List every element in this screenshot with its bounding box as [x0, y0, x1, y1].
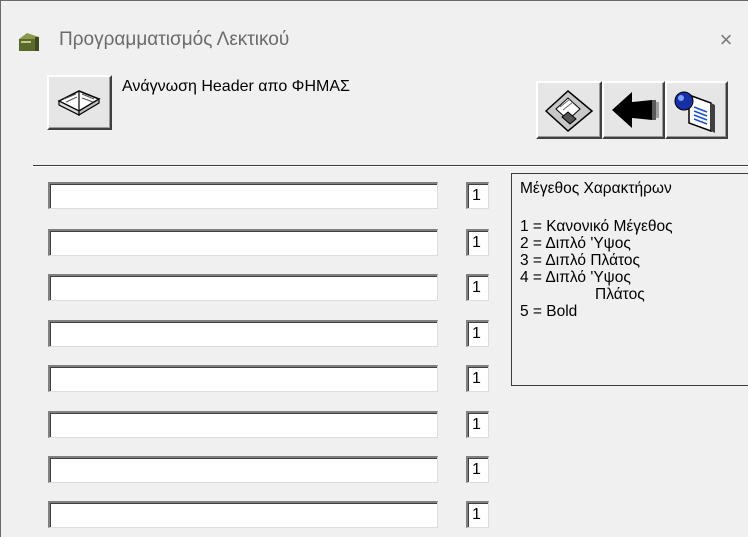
legend-item: 5 = Bold [520, 303, 578, 320]
size-line-3-input[interactable] [466, 274, 489, 301]
legend-item: 3 = Διπλό Πλάτος [520, 252, 641, 269]
size-line-6-input[interactable] [466, 411, 489, 438]
character-size-legend: Μέγεθος Χαρακτήρων 1 = Κανονικό Μέγεθος … [511, 173, 748, 386]
app-icon [19, 33, 39, 51]
dialog-window: Προγραμματισμός Λεκτικού × Ανάγνωση Head… [0, 0, 748, 537]
size-line-5-input[interactable] [466, 365, 489, 392]
floppy-disk-icon [544, 90, 594, 132]
window-title: Προγραμματισμός Λεκτικού [59, 29, 290, 50]
text-line-6-input[interactable] [48, 411, 438, 438]
save-button[interactable] [536, 81, 602, 139]
open-book-icon [57, 90, 101, 117]
close-button[interactable]: × [713, 27, 739, 53]
size-line-4-input[interactable] [466, 320, 489, 347]
text-line-8-input[interactable] [48, 501, 438, 528]
separator-line [33, 165, 748, 167]
text-line-5-input[interactable] [48, 365, 438, 392]
size-line-8-input[interactable] [466, 501, 489, 528]
arrow-left-icon [612, 92, 659, 128]
legend-item: 2 = Διπλό 'Υψος [520, 235, 631, 252]
title-bar[interactable]: Προγραμματισμός Λεκτικού × [1, 1, 748, 52]
text-line-3-input[interactable] [48, 274, 438, 301]
text-line-1-input[interactable] [48, 182, 438, 209]
document-globe-icon [674, 91, 715, 133]
size-line-2-input[interactable] [466, 229, 489, 256]
text-line-2-input[interactable] [48, 229, 438, 256]
legend-item: 4 = Διπλό 'Υψος [520, 269, 631, 286]
legend-item: 1 = Κανονικό Μέγεθος [520, 218, 673, 235]
read-header-label: Ανάγνωση Header απο ΦΗΜΑΣ [122, 78, 350, 95]
size-line-1-input[interactable] [466, 182, 489, 209]
read-header-button[interactable] [47, 75, 112, 130]
size-line-7-input[interactable] [466, 456, 489, 483]
text-line-4-input[interactable] [48, 320, 438, 347]
text-line-7-input[interactable] [48, 456, 438, 483]
back-button[interactable] [602, 81, 665, 139]
close-icon: × [719, 27, 733, 52]
legend-title: Μέγεθος Χαρακτήρων [520, 180, 672, 197]
document-button[interactable] [665, 81, 728, 139]
legend-item: Πλάτος [595, 286, 645, 303]
